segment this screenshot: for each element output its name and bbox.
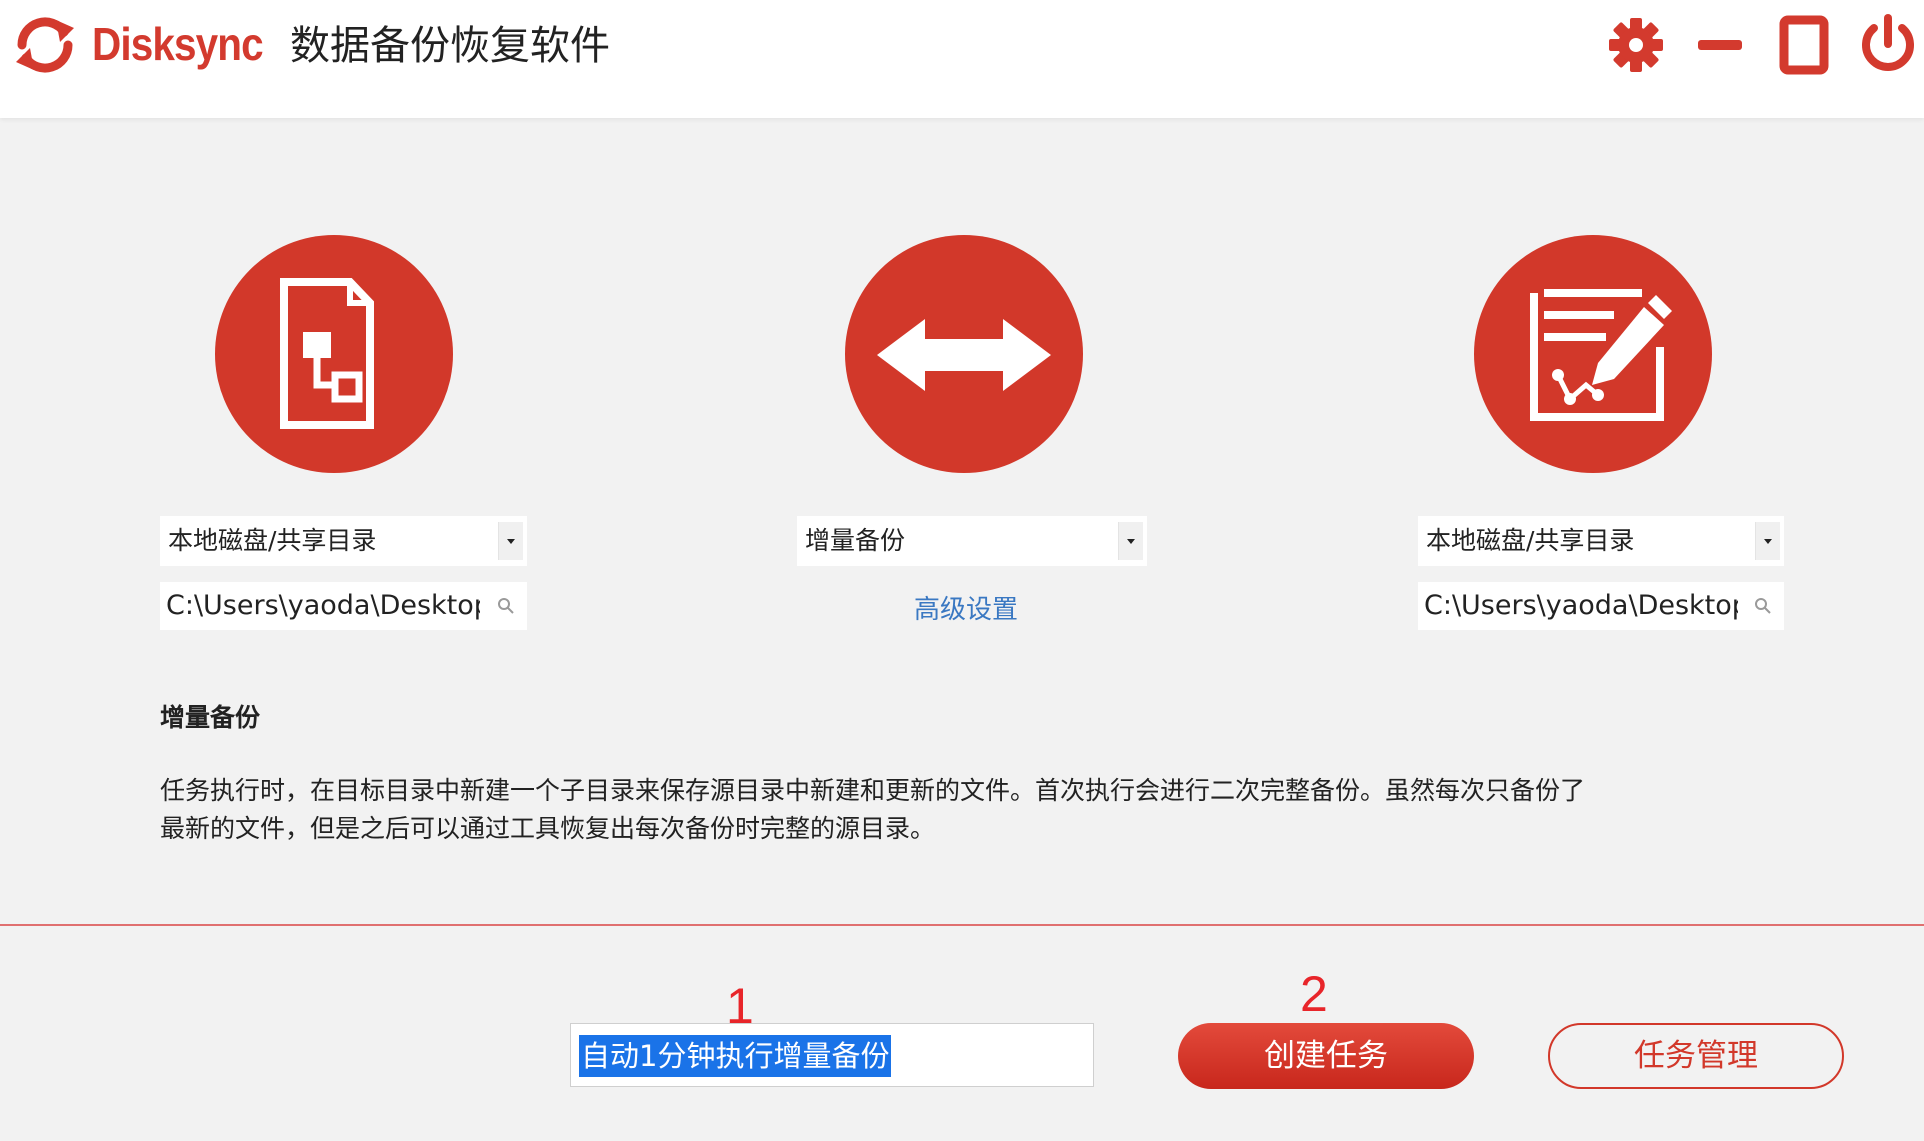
power-icon[interactable]	[1856, 12, 1920, 78]
search-icon[interactable]	[1754, 597, 1772, 615]
description-title: 增量备份	[160, 703, 261, 732]
source-type-select[interactable]: 本地磁盘/共享目录	[160, 516, 527, 566]
sync-logo-icon	[16, 17, 74, 73]
source-path-value: C:\Users\yaoda\Desktop	[166, 590, 480, 621]
minimize-icon[interactable]	[1688, 12, 1752, 78]
description-line: 任务执行时，在目标目录中新建一个子目录来保存源目录中新建和更新的文件。首次执行会…	[160, 776, 1586, 805]
app-title: 数据备份恢复软件	[290, 23, 610, 69]
target-path-value: C:\Users\yaoda\Desktop	[1424, 590, 1738, 621]
target-path-field[interactable]: C:\Users\yaoda\Desktop	[1418, 582, 1784, 630]
backup-mode-value: 增量备份	[805, 526, 906, 555]
mode-circle[interactable]	[845, 235, 1083, 473]
source-circle[interactable]	[215, 235, 453, 473]
description-line: 最新的文件，但是之后可以通过工具恢复出每次备份时完整的源目录。	[160, 814, 936, 843]
source-type-value: 本地磁盘/共享目录	[168, 526, 377, 555]
create-task-button[interactable]: 创建任务	[1178, 1023, 1474, 1089]
file-structure-icon	[280, 278, 374, 429]
advanced-settings-link[interactable]: 高级设置	[914, 590, 1018, 630]
task-management-button[interactable]: 任务管理	[1548, 1023, 1844, 1089]
chevron-down-icon[interactable]	[1755, 522, 1780, 560]
source-path-field[interactable]: C:\Users\yaoda\Desktop	[160, 582, 527, 630]
double-arrow-icon	[877, 319, 1051, 391]
description-body: 任务执行时，在目标目录中新建一个子目录来保存源目录中新建和更新的文件。首次执行会…	[160, 772, 1780, 848]
chevron-down-icon[interactable]	[1118, 522, 1143, 560]
maximize-icon[interactable]	[1772, 12, 1836, 78]
title-bar: Disksync 数据备份恢复软件	[0, 0, 1924, 118]
annotation-marker-2: 2	[1300, 966, 1328, 1022]
gear-icon[interactable]	[1604, 12, 1668, 78]
task-name-input[interactable]: 自动1分钟执行增量备份	[570, 1023, 1094, 1087]
edit-document-icon	[1530, 289, 1672, 421]
task-name-value: 自动1分钟执行增量备份	[579, 1035, 892, 1077]
target-type-value: 本地磁盘/共享目录	[1426, 526, 1635, 555]
target-type-select[interactable]: 本地磁盘/共享目录	[1418, 516, 1784, 566]
backup-mode-select[interactable]: 增量备份	[797, 516, 1147, 566]
chevron-down-icon[interactable]	[498, 522, 523, 560]
target-circle[interactable]	[1474, 235, 1712, 473]
search-icon[interactable]	[497, 597, 515, 615]
divider	[0, 924, 1924, 926]
brand-name: Disksync	[92, 18, 264, 70]
